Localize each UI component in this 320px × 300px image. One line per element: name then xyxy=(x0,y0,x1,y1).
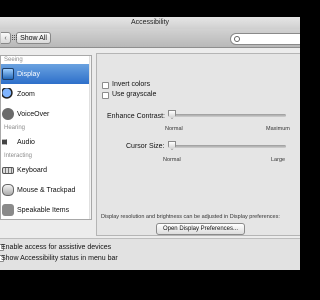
sidebar-item-keyboard[interactable]: Keyboard xyxy=(1,160,91,180)
display-panel: Invert colors Use grayscale Enhance Cont… xyxy=(96,53,300,236)
display-note: Display resolution and brightness can be… xyxy=(101,214,280,220)
cursor-size-slider[interactable] xyxy=(168,141,286,153)
footer: Enable access for assistive devices Show… xyxy=(0,238,300,270)
sidebar-item-zoom[interactable]: Zoom xyxy=(1,84,91,104)
sidebar-item-label: VoiceOver xyxy=(17,110,50,118)
sidebar-item-label: Zoom xyxy=(17,90,35,98)
title-bar: Accessibility xyxy=(0,17,300,29)
mouse-icon xyxy=(2,184,14,196)
section-seeing: Seeing xyxy=(4,57,23,63)
preferences-window: Accessibility ‹ Show All Seeing Display … xyxy=(0,17,300,270)
slider-knob[interactable] xyxy=(168,110,176,119)
use-grayscale-label: Use grayscale xyxy=(112,91,157,98)
sidebar-item-speakable-items[interactable]: Speakable Items xyxy=(1,200,91,219)
cursor-max-label: Large xyxy=(271,157,286,163)
assistive-devices-label: Enable access for assistive devices xyxy=(1,244,112,251)
sidebar: Seeing Display Zoom VoiceOver Hearing Au… xyxy=(0,55,92,220)
sidebar-item-mouse-trackpad[interactable]: Mouse & Trackpad xyxy=(1,180,91,200)
invert-colors-checkbox[interactable] xyxy=(102,82,109,89)
cursor-size-label: Cursor Size: xyxy=(126,143,165,150)
speakable-icon xyxy=(2,204,14,216)
contrast-min-label: Normal xyxy=(165,126,183,132)
sidebar-item-label: Keyboard xyxy=(17,166,47,174)
toolbar: ‹ Show All xyxy=(0,29,300,48)
cursor-min-label: Normal xyxy=(163,157,181,163)
show-all-button[interactable]: Show All xyxy=(16,32,51,44)
slider-knob[interactable] xyxy=(168,141,176,150)
sidebar-item-display[interactable]: Display xyxy=(1,64,91,84)
enhance-contrast-slider[interactable] xyxy=(168,110,286,122)
open-display-preferences-button[interactable]: Open Display Preferences... xyxy=(156,223,245,235)
section-hearing: Hearing xyxy=(4,125,26,131)
section-interacting: Interacting xyxy=(4,153,33,159)
search-icon xyxy=(234,36,240,42)
zoom-icon xyxy=(2,88,14,100)
sidebar-item-label: Display xyxy=(17,70,40,78)
enhance-contrast-label: Enhance Contrast: xyxy=(107,113,165,120)
sidebar-scrollbar[interactable] xyxy=(89,56,91,219)
search-input[interactable] xyxy=(230,33,300,45)
display-icon xyxy=(2,68,14,80)
invert-colors-label: Invert colors xyxy=(112,81,151,88)
keyboard-icon xyxy=(2,166,14,174)
sidebar-item-label: Audio xyxy=(17,138,35,146)
contrast-max-label: Maximum xyxy=(266,126,290,132)
back-button[interactable]: ‹ xyxy=(1,32,11,44)
chevron-left-icon: ‹ xyxy=(4,35,7,42)
use-grayscale-checkbox[interactable] xyxy=(102,92,109,99)
status-menu-label: Show Accessibility status in menu bar xyxy=(1,255,118,262)
sidebar-item-voiceover[interactable]: VoiceOver xyxy=(1,104,91,124)
voiceover-icon xyxy=(2,108,14,120)
sidebar-item-audio[interactable]: Audio xyxy=(1,132,91,152)
window-title: Accessibility xyxy=(130,19,170,26)
speaker-icon xyxy=(2,136,11,148)
grid-icon xyxy=(12,35,18,41)
sidebar-item-label: Speakable Items xyxy=(17,206,70,214)
sidebar-item-label: Mouse & Trackpad xyxy=(17,186,76,194)
